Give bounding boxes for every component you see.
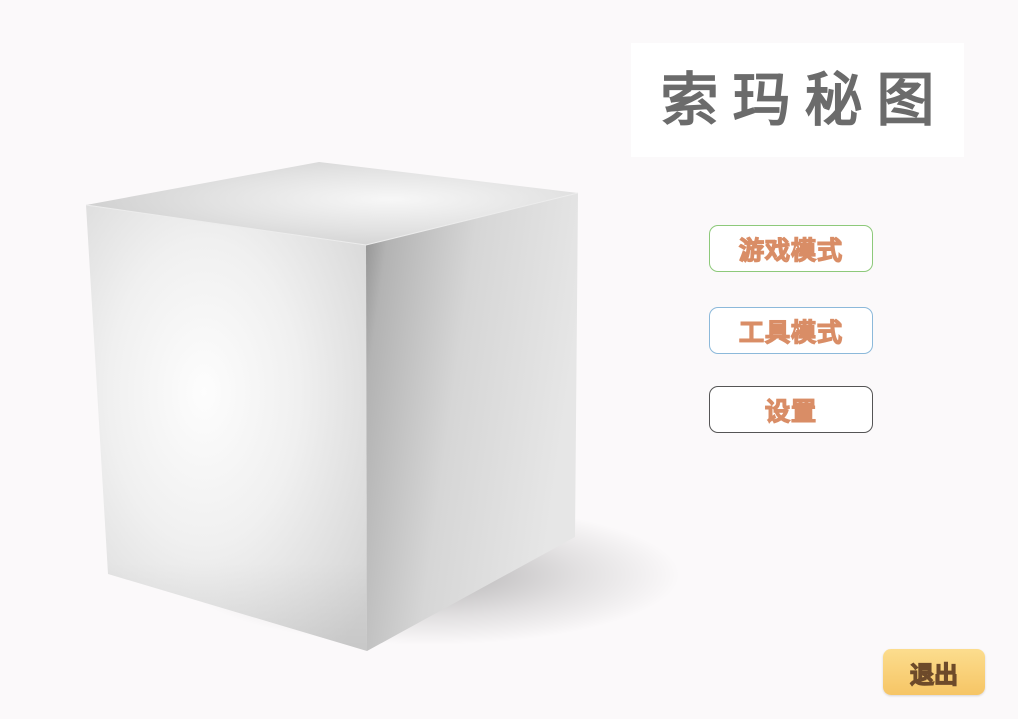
game-mode-label: 游戏模式: [738, 235, 843, 265]
settings-button[interactable]: 设置: [709, 386, 873, 433]
exit-label: 退出: [909, 660, 958, 689]
settings-label: 设置: [764, 396, 817, 426]
tool-mode-label: 工具模式: [738, 317, 843, 347]
game-title: 索玛秘图: [660, 66, 949, 134]
tool-mode-button[interactable]: 工具模式: [709, 307, 873, 354]
title-panel: 索玛秘图: [631, 43, 964, 157]
main-menu-screen: 索玛秘图 游戏模式 工具模式 设置 退出: [0, 0, 1018, 719]
game-mode-button[interactable]: 游戏模式: [709, 225, 873, 272]
exit-button[interactable]: 退出: [883, 649, 985, 695]
